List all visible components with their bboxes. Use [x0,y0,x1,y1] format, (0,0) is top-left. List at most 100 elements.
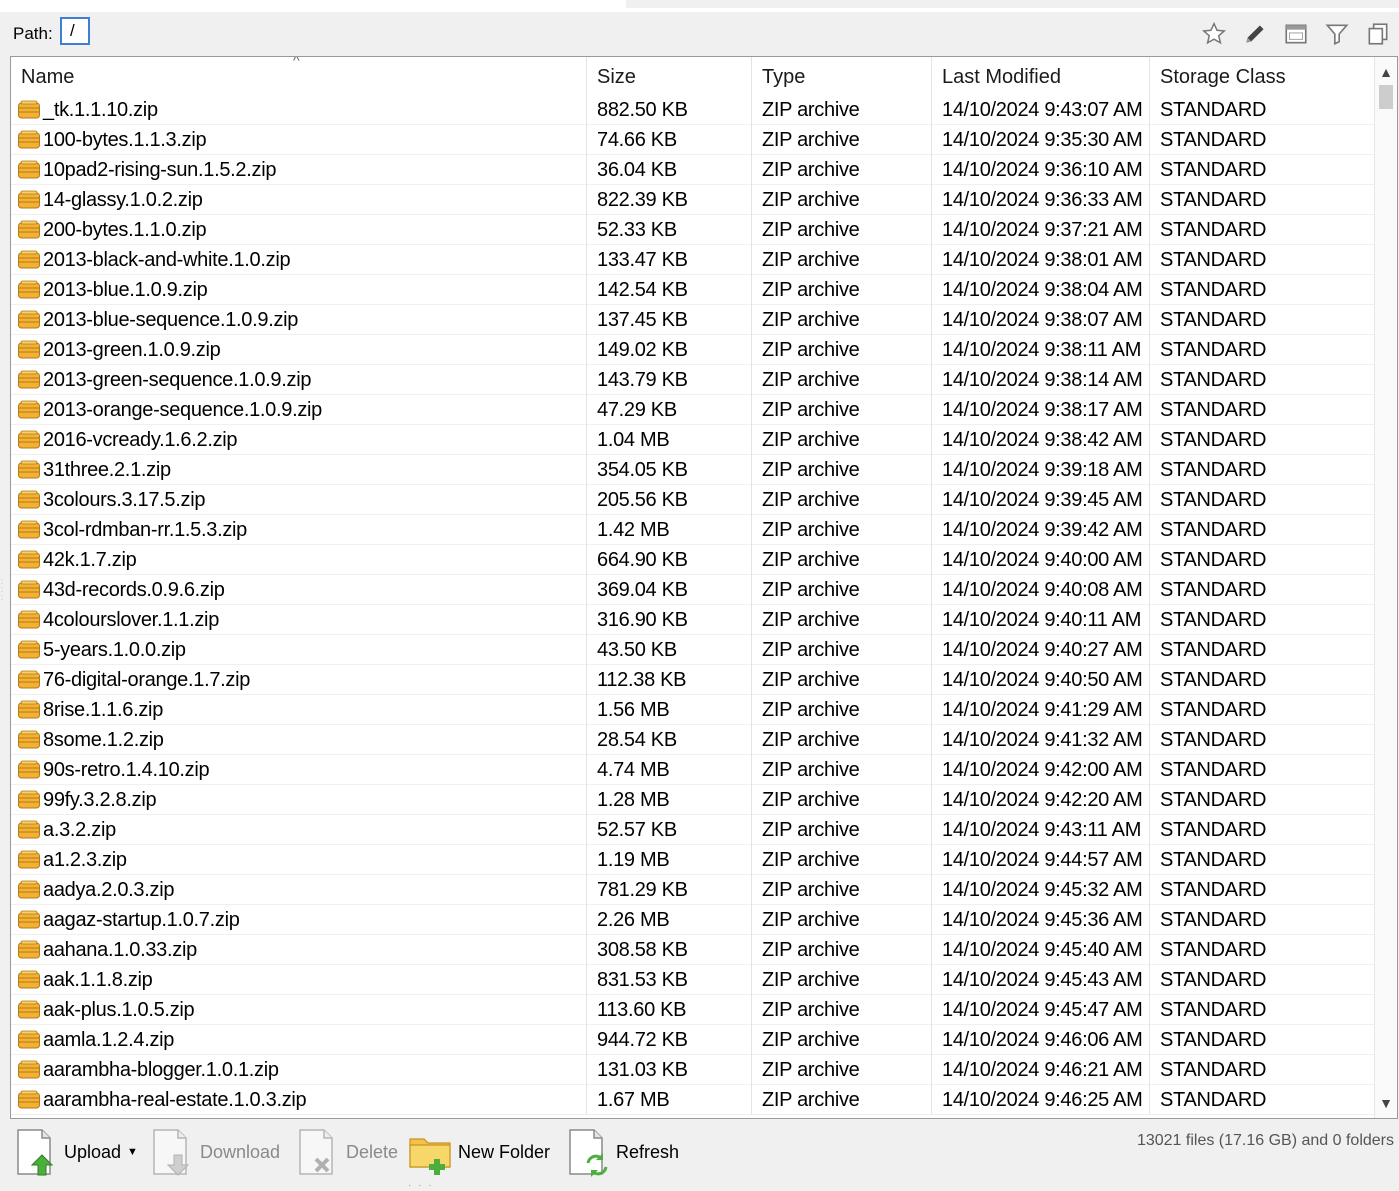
table-row[interactable]: aarambha-blogger.1.0.1.zip 131.03 KB ZIP a… [11,1055,1375,1085]
column-header-modified[interactable]: Last Modified [932,57,1150,95]
file-name: 3col-rdmban-rr.1.5.3.zip [43,519,248,541]
dropdown-arrow-icon[interactable]: ▼ [127,1146,138,1158]
window-icon[interactable] [1280,18,1311,49]
table-row[interactable]: 4colourslover.1.1.zip 316.90 KB ZIP archiv… [11,605,1375,635]
table-row[interactable]: 2013-black-and-white.1.0.zip 133.47 KB ZIP… [11,245,1375,275]
table-row[interactable]: 8rise.1.1.6.zip 1.56 MB ZIP archive 14/10/2… [11,695,1375,725]
table-row[interactable]: aadya.2.0.3.zip 781.29 KB ZIP archive 14/10… [11,875,1375,905]
file-name-cell[interactable]: 8rise.1.1.6.zip [11,695,587,725]
table-row[interactable]: 200-bytes.1.1.0.zip 52.33 KB ZIP archive 14… [11,215,1375,245]
file-name-cell[interactable]: 3colours.3.17.5.zip [11,485,587,515]
file-name-cell[interactable]: 3col-rdmban-rr.1.5.3.zip [11,515,587,545]
file-name-cell[interactable]: 43d-records.0.9.6.zip [11,575,587,605]
file-name-cell[interactable]: aak.1.1.8.zip [11,965,587,995]
table-row[interactable]: 2013-blue-sequence.1.0.9.zip 137.45 KB ZIP… [11,305,1375,335]
resize-grip[interactable]: · · · [408,1180,434,1191]
filter-icon[interactable] [1321,18,1352,49]
scroll-up-icon[interactable]: ▲ [1375,61,1397,83]
file-name-cell[interactable]: aagaz-startup.1.0.7.zip [11,905,587,935]
file-name-cell[interactable]: 2013-blue-sequence.1.0.9.zip [11,305,587,335]
table-row[interactable]: 14-glassy.1.0.2.zip 822.39 KB ZIP archive 1… [11,185,1375,215]
column-header-type[interactable]: Type [752,57,932,95]
file-size: 2.26 MB [587,905,752,935]
file-name-cell[interactable]: 99fy.3.2.8.zip [11,785,587,815]
table-row[interactable]: a.3.2.zip 52.57 KB ZIP archive 14/10/2024 9… [11,815,1375,845]
table-row[interactable]: aagaz-startup.1.0.7.zip 2.26 MB ZIP archiv… [11,905,1375,935]
table-row[interactable]: 5-years.1.0.0.zip 43.50 KB ZIP archive 14/1… [11,635,1375,665]
zip-archive-icon [18,100,40,119]
file-name-cell[interactable]: 2013-orange-sequence.1.0.9.zip [11,395,587,425]
file-name-cell[interactable]: 42k.1.7.zip [11,545,587,575]
vertical-scrollbar[interactable]: ▲ ▼ [1374,57,1397,1118]
file-name-cell[interactable]: a1.2.3.zip [11,845,587,875]
scroll-down-icon[interactable]: ▼ [1375,1092,1397,1114]
table-row[interactable]: aamla.1.2.4.zip 944.72 KB ZIP archive 14/10… [11,1025,1375,1055]
file-name-cell[interactable]: 2013-black-and-white.1.0.zip [11,245,587,275]
table-row[interactable]: 42k.1.7.zip 664.90 KB ZIP archive 14/10/202… [11,545,1375,575]
table-row[interactable]: 76-digital-orange.1.7.zip 112.38 KB ZIP ar… [11,665,1375,695]
table-row[interactable]: aahana.1.0.33.zip 308.58 KB ZIP archive 14/… [11,935,1375,965]
table-row[interactable]: 2016-vcready.1.6.2.zip 1.04 MB ZIP archive… [11,425,1375,455]
table-row[interactable]: 8some.1.2.zip 28.54 KB ZIP archive 14/10/20… [11,725,1375,755]
table-row[interactable]: 99fy.3.2.8.zip 1.28 MB ZIP archive 14/10/20… [11,785,1375,815]
column-header-storage-class[interactable]: Storage Class [1150,57,1375,95]
file-name-cell[interactable]: 8some.1.2.zip [11,725,587,755]
upload-button[interactable]: Upload ▼ [14,1126,138,1178]
file-name-cell[interactable]: 14-glassy.1.0.2.zip [11,185,587,215]
file-name-cell[interactable]: 2016-vcready.1.6.2.zip [11,425,587,455]
file-name-cell[interactable]: aahana.1.0.33.zip [11,935,587,965]
file-name-cell[interactable]: 5-years.1.0.0.zip [11,635,587,665]
download-button[interactable]: Download [150,1126,280,1178]
file-name-cell[interactable]: aarambha-blogger.1.0.1.zip [11,1055,587,1085]
file-name-cell[interactable]: 76-digital-orange.1.7.zip [11,665,587,695]
file-name-cell[interactable]: 2013-green-sequence.1.0.9.zip [11,365,587,395]
file-modified: 14/10/2024 9:40:50 AM [932,665,1150,695]
path-input[interactable] [60,17,90,45]
file-modified: 14/10/2024 9:44:57 AM [932,845,1150,875]
file-name-cell[interactable]: 31three.2.1.zip [11,455,587,485]
scroll-thumb[interactable] [1379,85,1393,109]
table-row[interactable]: 43d-records.0.9.6.zip 369.04 KB ZIP archiv… [11,575,1375,605]
file-name-cell[interactable]: 100-bytes.1.1.3.zip [11,125,587,155]
table-row[interactable]: a1.2.3.zip 1.19 MB ZIP archive 14/10/2024 9… [11,845,1375,875]
table-row[interactable]: aak-plus.1.0.5.zip 113.60 KB ZIP archive 14… [11,995,1375,1025]
table-row[interactable]: _tk.1.1.10.zip 882.50 KB ZIP archive 14/10/… [11,95,1375,125]
file-name: 31three.2.1.zip [43,459,171,481]
file-list[interactable]: Name ^ Size Type Last Modified Storage C… [10,56,1398,1119]
table-row[interactable]: 10pad2-rising-sun.1.5.2.zip 36.04 KB ZIP a… [11,155,1375,185]
copy-icon[interactable] [1362,18,1393,49]
table-row[interactable]: aak.1.1.8.zip 831.53 KB ZIP archive 14/10/2… [11,965,1375,995]
table-row[interactable]: 2013-green.1.0.9.zip 149.02 KB ZIP archive… [11,335,1375,365]
table-row[interactable]: 3col-rdmban-rr.1.5.3.zip 1.42 MB ZIP archi… [11,515,1375,545]
file-name-cell[interactable]: _tk.1.1.10.zip [11,95,587,125]
column-header-size[interactable]: Size [587,57,752,95]
file-storage-class: STANDARD [1150,485,1375,515]
file-name-cell[interactable]: aarambha-real-estate.1.0.3.zip [11,1085,587,1115]
table-row[interactable]: 90s-retro.1.4.10.zip 4.74 MB ZIP archive 14… [11,755,1375,785]
table-row[interactable]: 3colours.3.17.5.zip 205.56 KB ZIP archive 1… [11,485,1375,515]
file-name-cell[interactable]: aadya.2.0.3.zip [11,875,587,905]
delete-button[interactable]: Delete [296,1126,398,1178]
file-name-cell[interactable]: 4colourslover.1.1.zip [11,605,587,635]
file-name-cell[interactable]: 2013-green.1.0.9.zip [11,335,587,365]
table-row[interactable]: 31three.2.1.zip 354.05 KB ZIP archive 14/10… [11,455,1375,485]
file-name-cell[interactable]: a.3.2.zip [11,815,587,845]
table-row[interactable]: 2013-orange-sequence.1.0.9.zip 47.29 KB ZI… [11,395,1375,425]
pencil-icon[interactable] [1239,18,1270,49]
star-icon[interactable] [1198,18,1229,49]
file-name-cell[interactable]: 10pad2-rising-sun.1.5.2.zip [11,155,587,185]
file-name-cell[interactable]: 90s-retro.1.4.10.zip [11,755,587,785]
new-folder-button[interactable]: New Folder [408,1126,550,1178]
file-name-cell[interactable]: aamla.1.2.4.zip [11,1025,587,1055]
refresh-button[interactable]: Refresh [566,1126,679,1178]
file-name: 2013-orange-sequence.1.0.9.zip [43,399,322,421]
table-row[interactable]: 100-bytes.1.1.3.zip 74.66 KB ZIP archive 14… [11,125,1375,155]
column-header-name[interactable]: Name ^ [11,57,587,95]
file-name-cell[interactable]: aak-plus.1.0.5.zip [11,995,587,1025]
splitter-grip[interactable]: ::: [1,578,5,612]
table-row[interactable]: 2013-blue.1.0.9.zip 142.54 KB ZIP archive 1… [11,275,1375,305]
table-row[interactable]: aarambha-real-estate.1.0.3.zip 1.67 MB ZIP… [11,1085,1375,1115]
table-row[interactable]: 2013-green-sequence.1.0.9.zip 143.79 KB ZI… [11,365,1375,395]
file-name-cell[interactable]: 2013-blue.1.0.9.zip [11,275,587,305]
file-name-cell[interactable]: 200-bytes.1.1.0.zip [11,215,587,245]
